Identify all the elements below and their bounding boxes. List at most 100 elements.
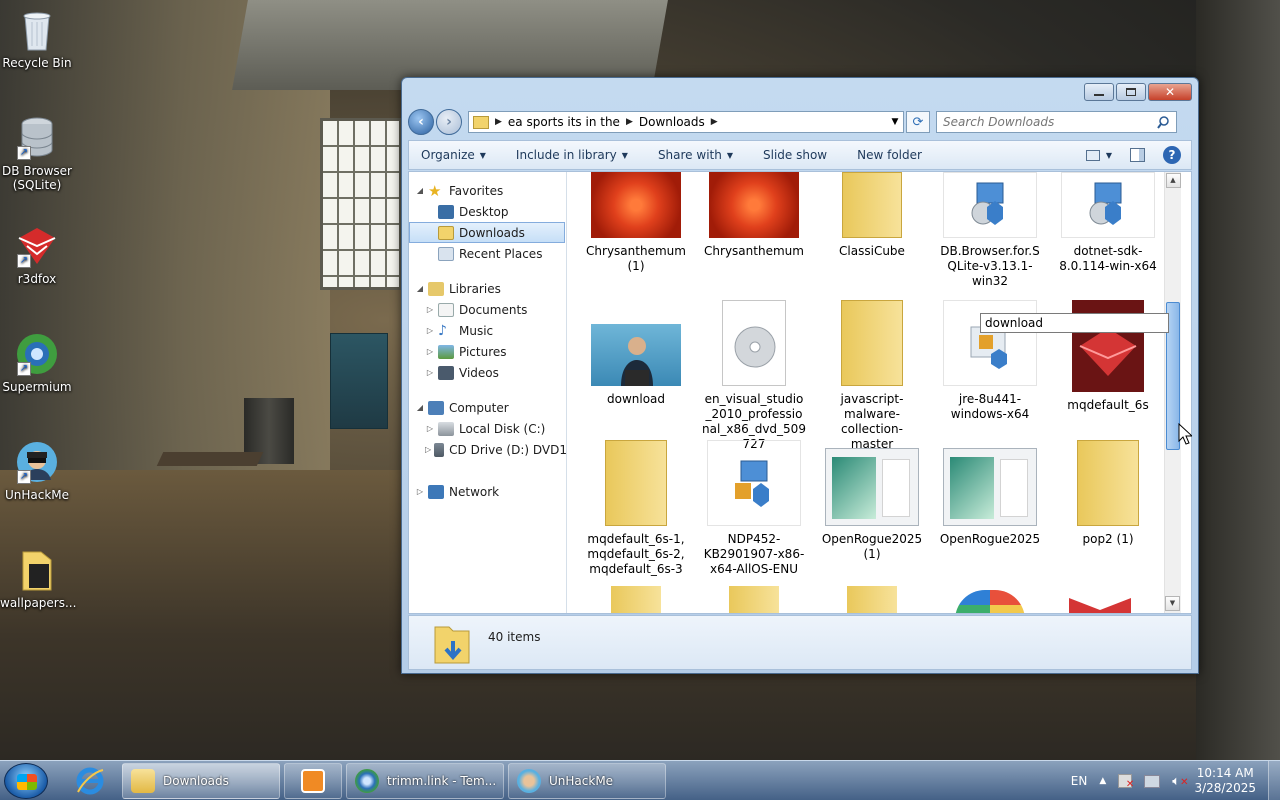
collapse-arrow-icon[interactable]: ▷: [425, 305, 435, 314]
navigation-pane[interactable]: ◢ ★ Favorites Desktop Downloads Recent P…: [409, 172, 567, 613]
preview-pane-button[interactable]: [1130, 148, 1145, 162]
nav-cd-drive[interactable]: ▷ CD Drive (D:) DVD1: [409, 439, 567, 460]
nav-local-disk[interactable]: ▷ Local Disk (C:): [409, 418, 567, 439]
file-item[interactable]: NDP452-KB2901907-x86-x64-AllOS-ENU: [702, 440, 806, 577]
network-tray-icon[interactable]: [1144, 774, 1161, 788]
back-button[interactable]: ‹: [408, 109, 434, 135]
include-in-library-button[interactable]: Include in library ▼: [516, 148, 628, 162]
collapse-arrow-icon[interactable]: ▷: [425, 326, 435, 335]
scroll-up-button[interactable]: ▲: [1165, 173, 1181, 188]
nav-music[interactable]: ▷ ♪ Music: [409, 320, 567, 341]
clock[interactable]: 10:14 AM 3/28/2025: [1194, 766, 1256, 796]
address-bar[interactable]: ▶ ea sports its in the ▶ Downloads ▶ ▼: [468, 111, 904, 133]
nav-pictures[interactable]: ▷ Pictures: [409, 341, 567, 362]
explorer-window[interactable]: ✕ ‹ › ▶ ea sports its in the ▶ Downloads…: [401, 77, 1199, 674]
nav-downloads[interactable]: Downloads: [409, 222, 565, 243]
file-item[interactable]: dotnet-sdk-8.0.114-win-x64: [1056, 172, 1160, 274]
close-button[interactable]: ✕: [1148, 83, 1192, 101]
action-center-icon[interactable]: ✕: [1118, 774, 1134, 790]
nav-computer[interactable]: ◢ Computer: [409, 397, 567, 418]
unhackme-icon: [517, 769, 541, 793]
file-item[interactable]: Chrysanthemum: [702, 172, 806, 259]
chevron-down-icon: ▼: [1105, 150, 1112, 160]
file-item[interactable]: OpenRogue2025 (1): [820, 440, 924, 562]
forward-button[interactable]: ›: [436, 109, 462, 135]
start-button[interactable]: [4, 763, 48, 799]
file-list[interactable]: Chrysanthemum (1) Chrysanthemum ClassiCu…: [569, 172, 1181, 613]
rename-textbox[interactable]: download: [980, 313, 1169, 333]
file-item[interactable]: mqdefault_6s-1, mqdefault_6s-2, mqdefaul…: [584, 440, 688, 577]
desktop-icon-r3dfox[interactable]: ↗ r3dfox: [0, 224, 74, 286]
file-item-partial[interactable]: [847, 586, 897, 613]
file-item[interactable]: ClassiCube: [820, 172, 924, 259]
folder-icon: [473, 115, 489, 129]
taskbar-supermium-button[interactable]: trimm.link - Tem...: [346, 763, 504, 799]
slide-show-button[interactable]: Slide show: [763, 148, 827, 162]
command-bar: Organize ▼ Include in library ▼ Share with…: [408, 140, 1192, 170]
desktop-icon-recycle-bin[interactable]: Recycle Bin: [0, 8, 74, 70]
file-item[interactable]: OpenRogue2025: [938, 440, 1042, 547]
search-box[interactable]: [936, 111, 1177, 133]
file-item[interactable]: en_visual_studio_2010_professional_x86_d…: [702, 300, 806, 452]
file-item[interactable]: pop2 (1): [1056, 440, 1160, 547]
folder-icon: [15, 548, 59, 592]
vertical-scrollbar[interactable]: ▲ ▼: [1164, 172, 1181, 613]
organize-button[interactable]: Organize ▼: [421, 148, 486, 162]
file-item-partial[interactable]: [1069, 598, 1131, 613]
file-item[interactable]: DB.Browser.for.SQLite-v3.13.1-win32: [938, 172, 1042, 289]
file-item[interactable]: download: [584, 300, 688, 407]
search-input[interactable]: [943, 115, 1157, 129]
collapse-arrow-icon[interactable]: ▷: [425, 347, 435, 356]
taskbar-media-player-button[interactable]: [284, 763, 342, 799]
nav-network[interactable]: ▷ Network: [409, 481, 567, 502]
desktop-icon-supermium[interactable]: ↗ Supermium: [0, 332, 74, 394]
collapse-arrow-icon[interactable]: ▷: [425, 368, 435, 377]
nav-desktop[interactable]: Desktop: [409, 201, 567, 222]
file-item-partial[interactable]: [611, 586, 661, 613]
app-thumbnail: [825, 448, 919, 526]
nav-documents[interactable]: ▷ Documents: [409, 299, 567, 320]
file-item-partial[interactable]: [955, 590, 1025, 613]
breadcrumb-item-current[interactable]: Downloads: [639, 115, 705, 129]
taskbar-downloads-button[interactable]: Downloads: [122, 763, 280, 799]
videos-icon: [438, 365, 454, 380]
language-indicator[interactable]: EN: [1071, 774, 1088, 788]
minimize-button[interactable]: [1084, 83, 1114, 101]
show-desktop-button[interactable]: [1268, 761, 1280, 800]
scroll-down-button[interactable]: ▼: [1165, 596, 1180, 611]
computer-icon: [428, 400, 444, 415]
desktop-icon: [438, 204, 454, 219]
collapse-arrow-icon[interactable]: ▷: [425, 445, 431, 454]
new-folder-button[interactable]: New folder: [857, 148, 922, 162]
view-options-button[interactable]: ▼: [1085, 149, 1112, 161]
file-item-partial[interactable]: [729, 586, 779, 613]
breadcrumb-item[interactable]: ea sports its in the: [508, 115, 620, 129]
maximize-button[interactable]: [1116, 83, 1146, 101]
desktop-icon-wallpapers[interactable]: wallpapers...: [0, 548, 76, 610]
collapse-arrow-icon[interactable]: ▷: [415, 487, 425, 496]
share-with-button[interactable]: Share with ▼: [658, 148, 733, 162]
show-hidden-icons-button[interactable]: ▲: [1099, 776, 1106, 786]
nav-videos[interactable]: ▷ Videos: [409, 362, 567, 383]
expand-arrow-icon[interactable]: ◢: [415, 403, 425, 412]
breadcrumb-arrow-icon[interactable]: ▶: [626, 117, 633, 127]
expand-arrow-icon[interactable]: ◢: [415, 284, 425, 293]
nav-recent-places[interactable]: Recent Places: [409, 243, 567, 264]
date: 3/28/2025: [1194, 781, 1256, 795]
refresh-button[interactable]: ⟳: [906, 111, 930, 133]
help-button[interactable]: ?: [1163, 146, 1181, 164]
volume-icon[interactable]: 🔈︎✕: [1172, 774, 1188, 789]
nav-favorites[interactable]: ◢ ★ Favorites: [409, 180, 567, 201]
expand-arrow-icon[interactable]: ◢: [415, 186, 425, 195]
desktop-icon-unhackme[interactable]: ↗ UnHackMe: [0, 440, 74, 502]
file-item[interactable]: javascript-malware-collection-master: [820, 300, 924, 452]
address-dropdown-icon[interactable]: ▼: [887, 117, 903, 127]
taskbar-ie-button[interactable]: [62, 763, 118, 799]
nav-libraries[interactable]: ◢ Libraries: [409, 278, 567, 299]
taskbar-unhackme-button[interactable]: UnHackMe: [508, 763, 666, 799]
desktop-icon-db-browser[interactable]: ↗ DB Browser (SQLite): [0, 116, 74, 192]
file-item[interactable]: Chrysanthemum (1): [584, 172, 688, 274]
collapse-arrow-icon[interactable]: ▷: [425, 424, 435, 433]
supermium-icon: [355, 769, 379, 793]
breadcrumb-arrow-icon[interactable]: ▶: [711, 117, 718, 127]
